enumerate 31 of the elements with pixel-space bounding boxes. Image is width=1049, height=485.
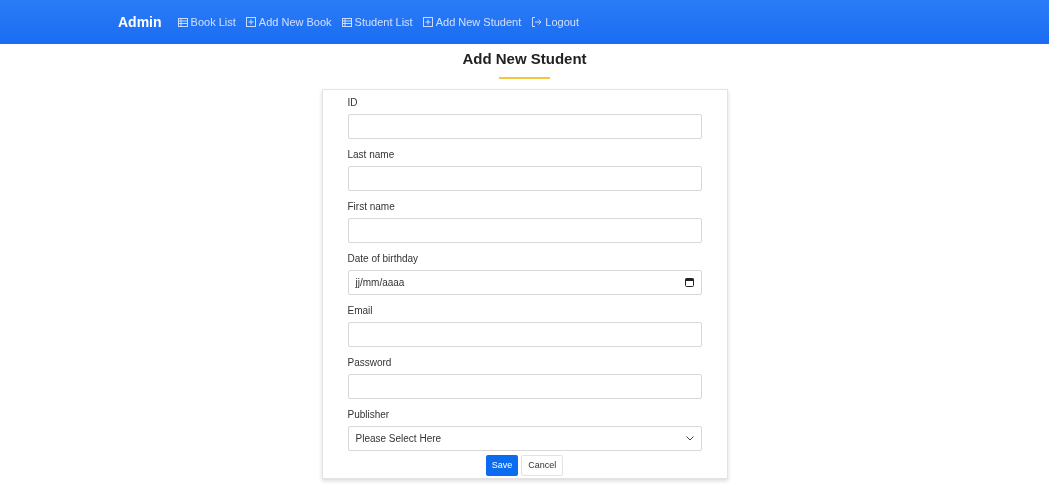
calendar-icon (684, 278, 694, 287)
input-field[interactable] (347, 218, 702, 243)
list-icon (341, 17, 352, 27)
nav-link[interactable]: Logout (531, 13, 579, 31)
select-dropdown[interactable]: Please Select Here (347, 426, 702, 451)
field-label: Email (347, 304, 374, 318)
list-icon (177, 17, 188, 27)
input-field[interactable] (347, 166, 702, 191)
nav-link[interactable]: Add New Student (422, 13, 522, 31)
brand-link[interactable]: Admin (118, 11, 162, 33)
chevron-down-icon (685, 436, 694, 441)
cancel-button[interactable]: Cancel (521, 455, 564, 476)
field-label: Last name (347, 148, 396, 162)
input-field[interactable] (347, 322, 702, 347)
input-field[interactable] (347, 114, 702, 139)
title-underline (499, 77, 550, 79)
field-label: Date of birthday (347, 252, 420, 266)
nav-link[interactable]: Add New Book (245, 13, 332, 31)
field-label: Publisher (347, 408, 391, 422)
save-button[interactable]: Save (485, 455, 519, 476)
field-label: ID (347, 96, 359, 110)
plus-square-icon (245, 17, 256, 27)
input-field[interactable] (347, 374, 702, 399)
date-field[interactable]: jj/mm/aaaa (347, 270, 702, 295)
nav-link[interactable]: Book List (177, 13, 236, 31)
page-title: Add New Student (462, 49, 587, 69)
logout-icon (531, 17, 543, 27)
plus-square-icon (422, 17, 433, 27)
nav-link[interactable]: Student List (341, 13, 413, 31)
field-label: First name (347, 200, 396, 214)
field-label: Password (347, 356, 393, 370)
